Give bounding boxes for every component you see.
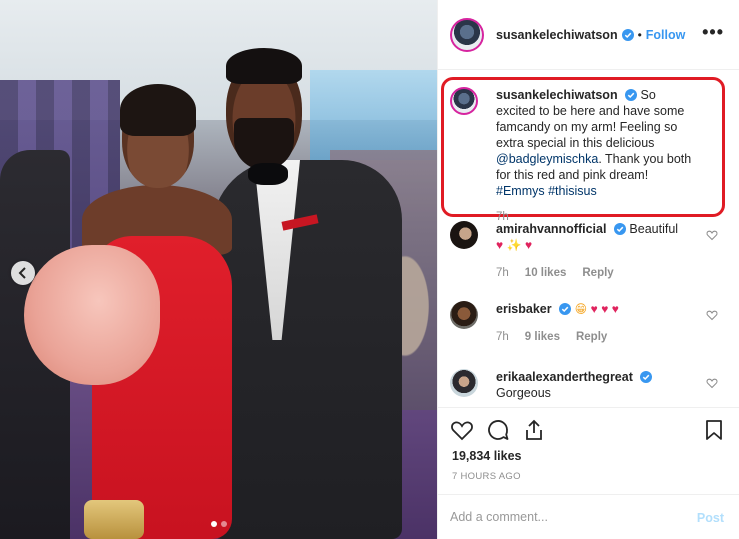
reply-button[interactable]: Reply	[582, 267, 613, 279]
like-comment-heart-icon[interactable]	[706, 377, 718, 389]
heart-emoji: ♥	[601, 302, 609, 316]
caption: susankelechiwatson So excited to be here…	[450, 87, 730, 223]
like-comment-heart-icon[interactable]	[706, 309, 718, 321]
bookmark-icon[interactable]	[702, 418, 726, 442]
likes-count[interactable]: 19,834 likes	[452, 449, 522, 463]
heart-emoji: ♥	[590, 302, 598, 316]
carousel-dot	[221, 521, 227, 527]
verified-badge-icon	[613, 223, 626, 235]
woman-pink-sleeve	[24, 245, 160, 385]
comment-text: erikaalexanderthegreat Gorgeous	[496, 369, 696, 401]
photo-stage	[310, 70, 437, 160]
carousel-dots	[211, 521, 227, 527]
caption-avatar[interactable]	[450, 87, 478, 115]
post-actions	[438, 407, 739, 447]
author-avatar[interactable]	[450, 17, 484, 52]
add-comment-bar: Post	[438, 494, 739, 539]
comment-likes[interactable]: 9 likes	[525, 331, 560, 343]
reply-button[interactable]: Reply	[576, 331, 607, 343]
man-bowtie	[248, 163, 288, 185]
sparkles-emoji: ✨	[506, 238, 522, 252]
post-header: susankelechiwatson • Follow •••	[438, 0, 739, 70]
comment-input[interactable]	[450, 507, 670, 527]
hashtag-link[interactable]: #thisisus	[548, 184, 597, 198]
comment-text: amirahvannofficial Beautiful ♥ ✨ ♥	[496, 221, 696, 253]
comment-message: Beautiful	[629, 222, 679, 236]
mention-link[interactable]: @badgleymischka	[496, 152, 598, 166]
caption-username[interactable]: susankelechiwatson	[496, 88, 618, 102]
verified-badge-icon	[621, 28, 634, 41]
author-username[interactable]: susankelechiwatson	[496, 28, 618, 42]
verified-badge-icon	[625, 89, 638, 101]
comment-message: Gorgeous	[496, 386, 551, 400]
hashtag-link[interactable]: #Emmys	[496, 184, 545, 198]
comment-avatar[interactable]	[450, 369, 478, 397]
post-time-ago[interactable]: 7 HOURS AGO	[452, 471, 521, 482]
post-panel: susankelechiwatson • Follow ••• susankel…	[437, 0, 739, 539]
man-hair	[226, 48, 302, 84]
like-comment-heart-icon[interactable]	[706, 229, 718, 241]
gold-clutch	[84, 500, 144, 539]
verified-badge-icon	[559, 303, 572, 315]
share-upload-icon[interactable]	[522, 418, 546, 442]
like-heart-icon[interactable]	[450, 418, 474, 442]
comment-username[interactable]: erikaalexanderthegreat	[496, 370, 633, 384]
heart-emoji: ♥	[611, 302, 619, 316]
comment-username[interactable]: erisbaker	[496, 302, 552, 316]
comment-text: erisbaker 😁 ♥ ♥ ♥	[496, 301, 696, 317]
comment-meta: 7h 10 likes Reply	[496, 267, 730, 279]
grin-emoji: 😁	[574, 302, 588, 316]
comment-username[interactable]: amirahvannofficial	[496, 222, 606, 236]
follow-button[interactable]: Follow	[646, 28, 686, 42]
more-options-icon[interactable]: •••	[702, 22, 724, 43]
verified-badge-icon	[640, 371, 653, 383]
heart-emoji: ♥	[525, 238, 533, 252]
comment-bubble-icon[interactable]	[486, 418, 510, 442]
carousel-dot	[211, 521, 217, 527]
post-photo[interactable]	[0, 0, 437, 539]
comment-avatar[interactable]	[450, 301, 478, 329]
comment-likes[interactable]: 10 likes	[525, 267, 567, 279]
comment-meta: 7h 9 likes Reply	[496, 331, 730, 343]
comment-time[interactable]: 7h	[496, 331, 509, 343]
post-comment-button[interactable]: Post	[697, 511, 724, 525]
comment-item: amirahvannofficial Beautiful ♥ ✨ ♥ 7h 10…	[450, 221, 730, 279]
woman-hair	[120, 84, 196, 136]
header-separator: •	[637, 27, 642, 42]
comments-list[interactable]: susankelechiwatson So excited to be here…	[438, 71, 739, 406]
comment-time[interactable]: 7h	[496, 267, 509, 279]
comment-avatar[interactable]	[450, 221, 478, 249]
comment-item: erikaalexanderthegreat Gorgeous	[450, 369, 730, 401]
heart-emoji: ♥	[496, 238, 504, 252]
comment-item: erisbaker 😁 ♥ ♥ ♥ 7h 9 likes Reply	[450, 301, 730, 343]
chevron-left-icon	[18, 267, 26, 279]
carousel-prev-button[interactable]	[11, 261, 35, 285]
caption-text: susankelechiwatson So excited to be here…	[496, 87, 696, 199]
